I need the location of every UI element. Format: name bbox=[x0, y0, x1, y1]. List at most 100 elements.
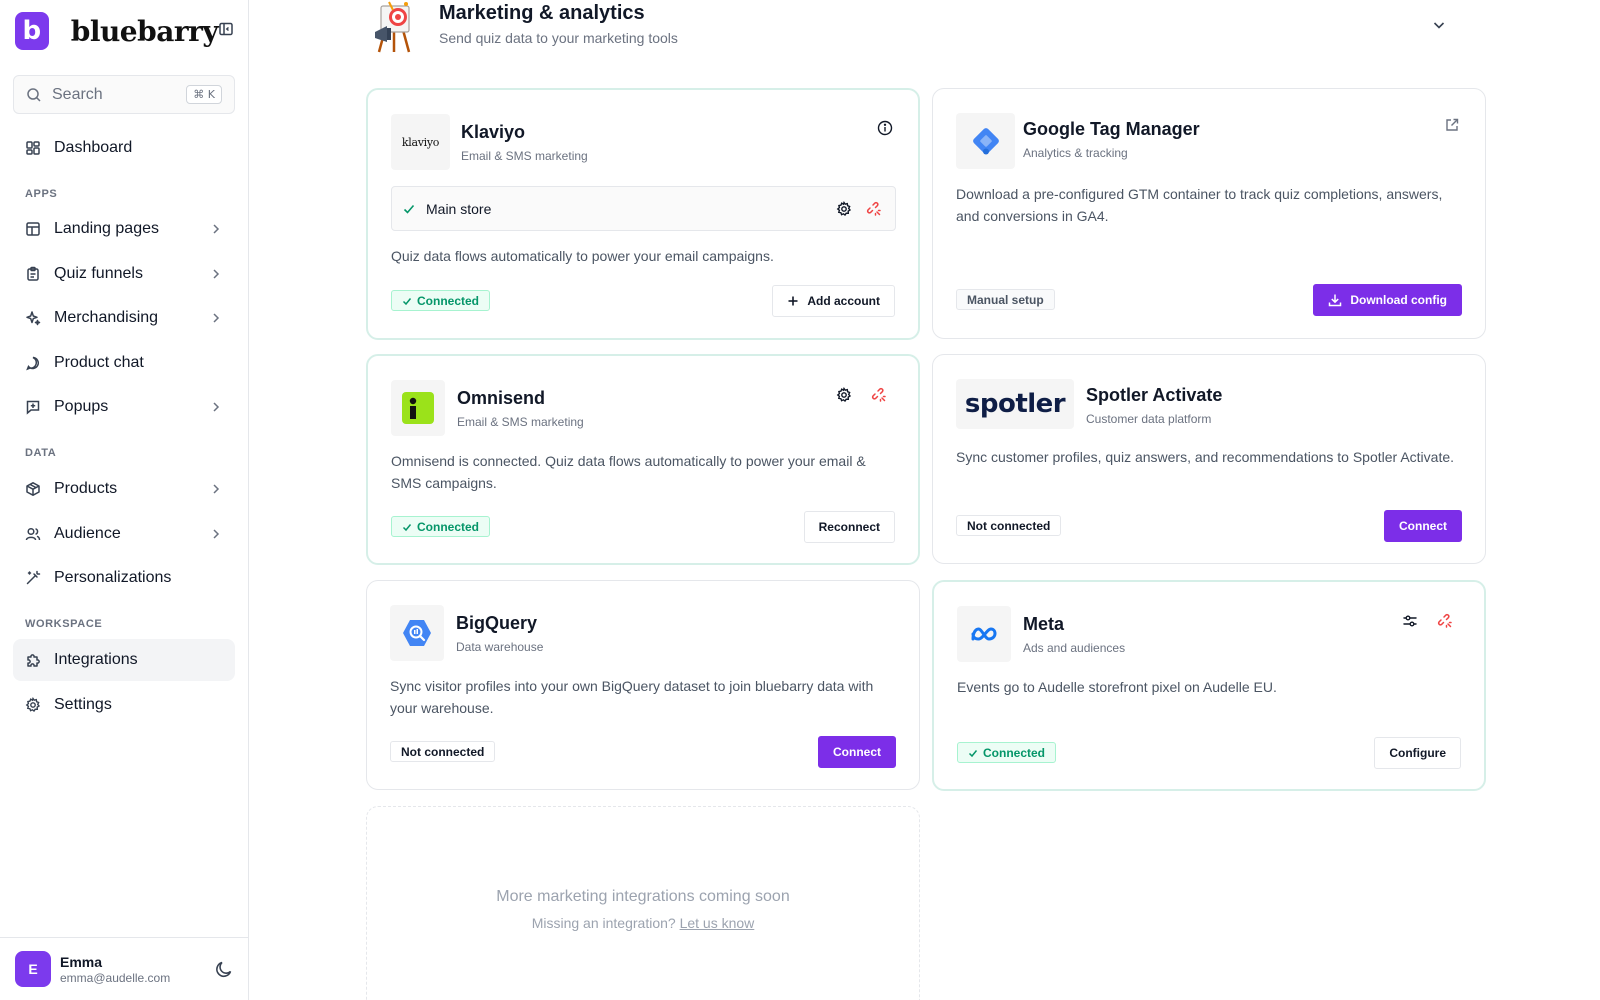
plus-icon bbox=[787, 295, 807, 307]
chevron-right-icon bbox=[209, 482, 223, 496]
sidebar-item-label: Landing pages bbox=[54, 220, 159, 237]
sidebar-item-quiz-funnels[interactable]: Quiz funnels bbox=[13, 253, 235, 295]
card-title: Google Tag Manager bbox=[1023, 119, 1200, 139]
sidebar-item-settings[interactable]: Settings bbox=[13, 684, 235, 726]
collapse-sidebar-icon[interactable] bbox=[218, 21, 235, 41]
info-icon[interactable] bbox=[874, 117, 896, 139]
unlink-icon[interactable] bbox=[863, 198, 885, 220]
integration-card-klaviyo: klaviyo Klaviyo Email & SMS marketing Ma… bbox=[366, 88, 920, 340]
coming-soon-title: More marketing integrations coming soon bbox=[496, 888, 790, 905]
sidebar-item-dashboard[interactable]: Dashboard bbox=[13, 127, 235, 169]
check-icon bbox=[402, 522, 417, 532]
section-label-apps: APPS bbox=[25, 188, 58, 200]
integration-card-omnisend: Omnisend Email & SMS marketing Omnisend … bbox=[366, 354, 920, 565]
status-badge: Manual setup bbox=[956, 289, 1055, 310]
avatar[interactable]: E bbox=[15, 951, 51, 987]
sidebar-item-integrations[interactable]: Integrations bbox=[13, 639, 235, 681]
card-description: Sync customer profiles, quiz answers, an… bbox=[956, 449, 1455, 465]
chevron-down-icon[interactable] bbox=[1431, 17, 1447, 33]
magic-wand-icon bbox=[25, 570, 41, 586]
reconnect-button[interactable]: Reconnect bbox=[803, 511, 895, 543]
card-subtitle: Analytics & tracking bbox=[1023, 146, 1128, 160]
brand: b bluebarry bbox=[15, 12, 235, 50]
sidebar-item-label: Dashboard bbox=[54, 139, 133, 156]
card-title: Klaviyo bbox=[461, 122, 526, 142]
megaphone-target-illustration-icon bbox=[373, 0, 417, 54]
connect-button[interactable]: Connect bbox=[1384, 510, 1462, 542]
sparkles-icon bbox=[25, 310, 41, 326]
user-profile[interactable]: E Emma emma@audelle.com bbox=[0, 937, 249, 1000]
coming-soon-subtitle: Missing an integration? Let us know bbox=[531, 915, 755, 931]
brand-name[interactable]: bluebarry bbox=[71, 15, 219, 48]
brand-logo[interactable]: b bbox=[15, 12, 49, 50]
card-subtitle: Email & SMS marketing bbox=[457, 415, 584, 429]
section-title: Marketing & analytics bbox=[439, 2, 645, 24]
search-input[interactable]: Search bbox=[52, 86, 186, 104]
section-subtitle: Send quiz data to your marketing tools bbox=[439, 30, 678, 46]
let-us-know-link[interactable]: Let us know bbox=[680, 915, 755, 931]
add-account-button[interactable]: Add account bbox=[772, 285, 895, 317]
chevron-right-icon bbox=[209, 222, 223, 236]
sidebar-item-label: Products bbox=[54, 480, 118, 497]
spotler-logo: spotler bbox=[956, 379, 1074, 429]
sidebar-item-product-chat[interactable]: Product chat bbox=[13, 342, 235, 384]
sidebar-item-label: Settings bbox=[54, 696, 112, 713]
status-badge: Connected bbox=[391, 516, 491, 537]
card-subtitle: Email & SMS marketing bbox=[461, 149, 588, 163]
unlink-icon[interactable] bbox=[1434, 610, 1456, 632]
card-subtitle: Data warehouse bbox=[456, 640, 544, 654]
sidebar-item-merchandising[interactable]: Merchandising bbox=[13, 297, 235, 339]
card-title: Omnisend bbox=[457, 388, 546, 408]
chevron-right-icon bbox=[209, 527, 223, 541]
account-name: Main store bbox=[426, 200, 492, 217]
sidebar-item-label: Personalizations bbox=[54, 569, 172, 586]
download-config-button[interactable]: Download config bbox=[1313, 284, 1462, 316]
account-settings-gear-icon[interactable] bbox=[833, 198, 855, 220]
settings-gear-icon[interactable] bbox=[833, 384, 855, 406]
search-box[interactable]: Search ⌘ K bbox=[13, 75, 235, 114]
section-header[interactable]: Marketing & analytics Send quiz data to … bbox=[373, 0, 1467, 56]
sidebar-item-label: Popups bbox=[54, 398, 109, 415]
card-description: Download a pre-configured GTM container … bbox=[956, 186, 1443, 224]
integration-card-meta: Meta Ads and audiences Events go to Aude… bbox=[932, 580, 1486, 791]
sidebar-item-label: Quiz funnels bbox=[54, 265, 143, 282]
card-subtitle: Customer data platform bbox=[1086, 412, 1212, 426]
moon-icon[interactable] bbox=[214, 959, 234, 979]
card-description: Sync visitor profiles into your own BigQ… bbox=[390, 678, 874, 716]
sidebar-item-products[interactable]: Products bbox=[13, 468, 235, 510]
check-icon bbox=[968, 748, 983, 758]
card-description: Omnisend is connected. Quiz data flows a… bbox=[391, 453, 866, 491]
sidebar-item-landing-pages[interactable]: Landing pages bbox=[13, 208, 235, 250]
puzzle-icon bbox=[25, 652, 41, 668]
card-title: Spotler Activate bbox=[1086, 385, 1223, 405]
sliders-icon[interactable] bbox=[1399, 610, 1421, 632]
clipboard-icon bbox=[25, 266, 41, 282]
sidebar-item-personalizations[interactable]: Personalizations bbox=[13, 557, 235, 599]
sidebar-item-audience[interactable]: Audience bbox=[13, 513, 235, 555]
card-description: Quiz data flows automatically to power y… bbox=[391, 248, 774, 264]
chevron-right-icon bbox=[209, 267, 223, 281]
configure-button[interactable]: Configure bbox=[1374, 737, 1461, 769]
user-email: emma@audelle.com bbox=[60, 970, 171, 985]
connect-button[interactable]: Connect bbox=[818, 736, 896, 768]
bigquery-logo bbox=[390, 605, 444, 661]
external-link-icon[interactable] bbox=[1441, 114, 1463, 136]
layout-icon bbox=[25, 221, 41, 237]
sidebar-item-popups[interactable]: Popups bbox=[13, 386, 235, 428]
card-subtitle: Ads and audiences bbox=[1023, 641, 1126, 655]
sidebar: b bluebarry Search ⌘ K Dashboard APPS La… bbox=[0, 0, 249, 1000]
unlink-icon[interactable] bbox=[868, 384, 890, 406]
account-row-main-store: Main store bbox=[391, 186, 896, 231]
card-title: BigQuery bbox=[456, 613, 538, 633]
sidebar-item-label: Merchandising bbox=[54, 309, 159, 326]
integration-card-spotler-activate: spotler Spotler Activate Customer data p… bbox=[932, 354, 1486, 564]
user-name: Emma bbox=[60, 953, 103, 970]
status-badge: Connected bbox=[391, 290, 491, 311]
chevron-right-icon bbox=[209, 311, 223, 325]
card-title: Meta bbox=[1023, 614, 1065, 634]
coming-soon-card: More marketing integrations coming soon … bbox=[366, 806, 920, 1000]
download-icon bbox=[1328, 293, 1350, 307]
check-icon bbox=[402, 296, 417, 306]
status-badge: Connected bbox=[957, 742, 1057, 763]
sidebar-item-label: Audience bbox=[54, 525, 121, 542]
